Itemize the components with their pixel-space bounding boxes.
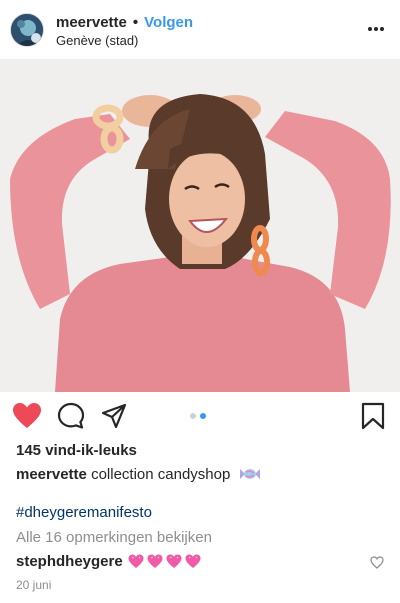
comment-emojis [128,554,201,569]
action-bar [0,392,400,440]
comment-username[interactable]: stephdheygere [16,553,123,570]
follow-button[interactable]: Volgen [144,14,193,31]
carousel-dot [190,413,196,419]
location-link[interactable]: Genève (stad) [56,33,138,48]
post-header: meervette • Volgen Genève (stad) [0,0,400,60]
bookmark-icon[interactable] [360,402,390,430]
candy-icon [239,467,261,481]
separator: • [132,13,139,31]
heart-emoji-icon [166,554,182,568]
hashtag-link[interactable]: #dheygeremanifesto [16,504,152,521]
heart-emoji-icon [128,554,144,568]
avatar[interactable] [10,13,44,47]
more-horizontal-icon[interactable] [366,22,386,36]
likes-count[interactable]: 145 vind-ik-leuks [16,442,137,459]
carousel-dot-active [200,413,206,419]
heart-filled-icon[interactable] [12,402,42,430]
heart-emoji-icon [147,554,163,568]
header-username[interactable]: meervette [56,14,127,31]
carousel-indicator [190,413,206,419]
heart-outline-icon[interactable] [370,556,384,569]
view-all-comments-link[interactable]: Alle 16 opmerkingen bekijken [16,529,212,546]
post-photo[interactable] [0,59,400,392]
caption-text: collection candyshop [91,466,231,483]
header-user-line: meervette • Volgen [56,13,193,31]
comment-icon[interactable] [57,402,87,430]
paper-plane-icon[interactable] [100,402,130,430]
post-date: 20 juni [16,578,52,592]
comment-row: stephdheygere [16,553,201,570]
caption-username[interactable]: meervette [16,466,87,483]
caption: meervette collection candyshop [16,466,261,483]
heart-emoji-icon [185,554,201,568]
